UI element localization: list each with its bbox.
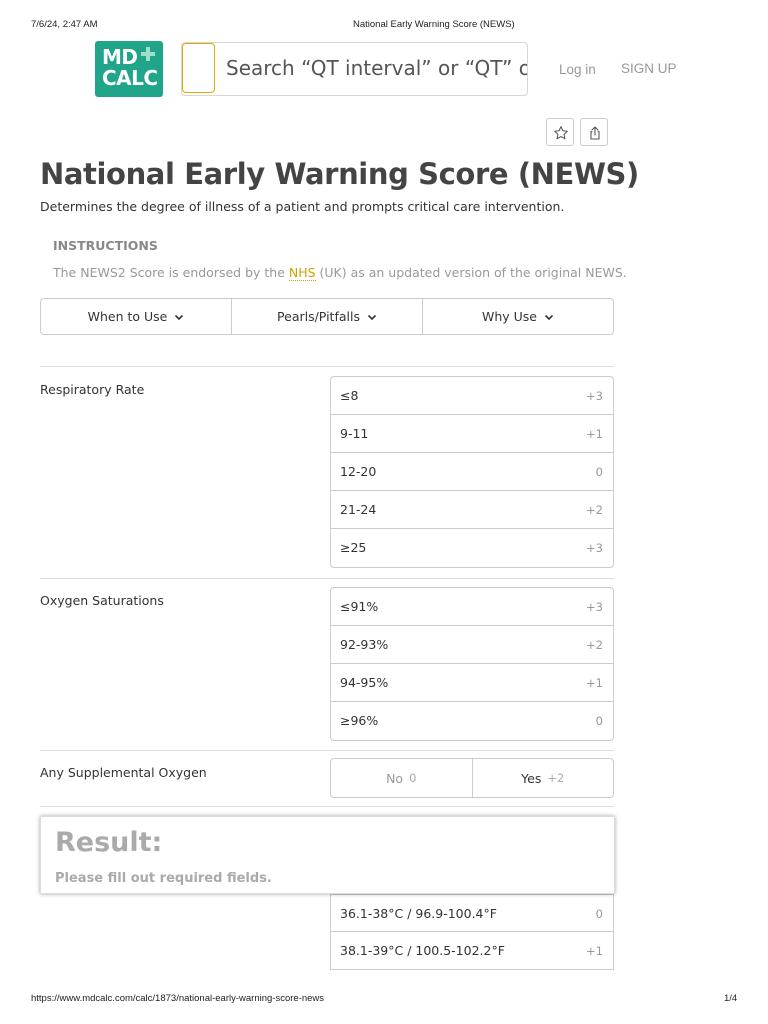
logo-line-1: MD — [102, 45, 138, 69]
tab-label: When to Use — [87, 309, 168, 324]
divider — [40, 750, 614, 751]
respiratory-rate-options: ≤8 +3 9-11 +1 12-20 0 21-24 +2 ≥25 +3 — [330, 376, 614, 568]
option-score: 0 — [595, 907, 603, 921]
print-page-title: National Early Warning Score (NEWS) — [353, 19, 515, 30]
option-yes[interactable]: Yes +2 — [473, 759, 614, 797]
option-score: +3 — [586, 389, 603, 403]
option-rr-9-11[interactable]: 9-11 +1 — [331, 415, 613, 453]
result-heading: Result: — [55, 827, 163, 858]
supplemental-oxygen-toggle: No 0 Yes +2 — [330, 758, 614, 798]
option-spo2-94-95[interactable]: 94-95% +1 — [331, 664, 613, 702]
tab-label: Why Use — [481, 309, 537, 324]
share-icon — [590, 126, 600, 140]
page-title: National Early Warning Score (NEWS) — [40, 157, 639, 191]
option-rr-le-8[interactable]: ≤8 +3 — [331, 377, 613, 415]
option-label: 36.1-38°C / 96.9-100.4°F — [340, 906, 497, 921]
option-no[interactable]: No 0 — [331, 759, 473, 797]
plus-icon — [141, 47, 155, 61]
supplemental-oxygen-label: Any Supplemental Oxygen — [40, 765, 207, 780]
option-label: ≥96% — [340, 713, 379, 728]
option-score: 0 — [595, 465, 603, 479]
option-label: ≤8 — [340, 388, 359, 403]
option-label: 12-20 — [340, 464, 377, 479]
signup-link[interactable]: SIGN UP — [621, 61, 677, 76]
login-link[interactable]: Log in — [559, 62, 596, 77]
option-score: 0 — [595, 714, 603, 728]
option-temp-36-38[interactable]: 36.1-38°C / 96.9-100.4°F 0 — [331, 894, 613, 932]
option-score: +3 — [586, 541, 603, 555]
respiratory-rate-label: Respiratory Rate — [40, 382, 145, 397]
option-label: ≥25 — [340, 540, 367, 555]
mdcalc-logo[interactable]: MD CALC — [95, 41, 163, 97]
tab-label: Pearls/Pitfalls — [277, 309, 360, 324]
option-label: 9-11 — [340, 426, 369, 441]
option-score: +3 — [586, 600, 603, 614]
instructions-text: The NEWS2 Score is endorsed by the NHS (… — [53, 265, 627, 281]
divider — [40, 578, 614, 579]
instructions-heading: INSTRUCTIONS — [53, 238, 158, 253]
option-label: 92-93% — [340, 637, 389, 652]
option-score: +1 — [586, 676, 603, 690]
print-url: https://www.mdcalc.com/calc/1873/nationa… — [31, 993, 325, 1004]
oxygen-saturations-label: Oxygen Saturations — [40, 593, 164, 608]
option-temp-38-39[interactable]: 38.1-39°C / 100.5-102.2°F +1 — [331, 932, 613, 970]
option-label: 94-95% — [340, 675, 389, 690]
share-button[interactable] — [580, 118, 608, 146]
option-label: 38.1-39°C / 100.5-102.2°F — [340, 943, 505, 958]
result-panel: Result: Please fill out required fields. — [40, 816, 615, 894]
option-label: Yes — [521, 770, 542, 786]
option-label: 21-24 — [340, 502, 377, 517]
option-spo2-le-91[interactable]: ≤91% +3 — [331, 588, 613, 626]
option-score: +1 — [586, 944, 603, 958]
print-page-number: 1/4 — [724, 993, 738, 1004]
search-button[interactable] — [182, 43, 215, 93]
search-input[interactable] — [218, 43, 527, 93]
option-rr-21-24[interactable]: 21-24 +2 — [331, 491, 613, 529]
option-score: +1 — [586, 427, 603, 441]
oxygen-saturations-options: ≤91% +3 92-93% +2 94-95% +1 ≥96% 0 — [330, 587, 614, 741]
divider — [40, 366, 614, 367]
instructions-text-after: (UK) as an updated version of the origin… — [315, 265, 627, 280]
divider — [40, 806, 614, 807]
instructions-text-before: The NEWS2 Score is endorsed by the — [53, 265, 289, 280]
option-score: +2 — [586, 503, 603, 517]
chevron-down-icon — [544, 314, 554, 320]
option-label: ≤91% — [340, 599, 379, 614]
favorite-button[interactable] — [546, 118, 574, 146]
option-score: +2 — [586, 638, 603, 652]
nhs-link[interactable]: NHS — [288, 265, 316, 281]
option-score: 0 — [409, 771, 417, 785]
tab-pearls-pitfalls[interactable]: Pearls/Pitfalls — [232, 299, 423, 334]
logo-line-2: CALC — [102, 66, 158, 90]
option-score: +2 — [547, 771, 565, 785]
option-label: No — [386, 770, 404, 786]
temperature-options: 36.1-38°C / 96.9-100.4°F 0 38.1-39°C / 10… — [330, 894, 614, 970]
star-icon — [554, 126, 568, 140]
option-rr-12-20[interactable]: 12-20 0 — [331, 453, 613, 491]
chevron-down-icon — [175, 314, 184, 320]
option-spo2-92-93[interactable]: 92-93% +2 — [331, 626, 613, 664]
option-rr-ge-25[interactable]: ≥25 +3 — [331, 529, 613, 567]
search-bar — [181, 42, 528, 96]
option-spo2-ge-96[interactable]: ≥96% 0 — [331, 702, 613, 740]
page-subtitle: Determines the degree of illness of a pa… — [40, 199, 565, 214]
tab-why-use[interactable]: Why Use — [423, 299, 613, 334]
tab-when-to-use[interactable]: When to Use — [41, 299, 232, 334]
chevron-down-icon — [367, 314, 377, 320]
result-text: Please fill out required fields. — [55, 871, 272, 886]
info-tabs: When to Use Pearls/Pitfalls Why Use — [40, 298, 614, 335]
print-datetime: 7/6/24, 2:47 AM — [31, 19, 98, 30]
